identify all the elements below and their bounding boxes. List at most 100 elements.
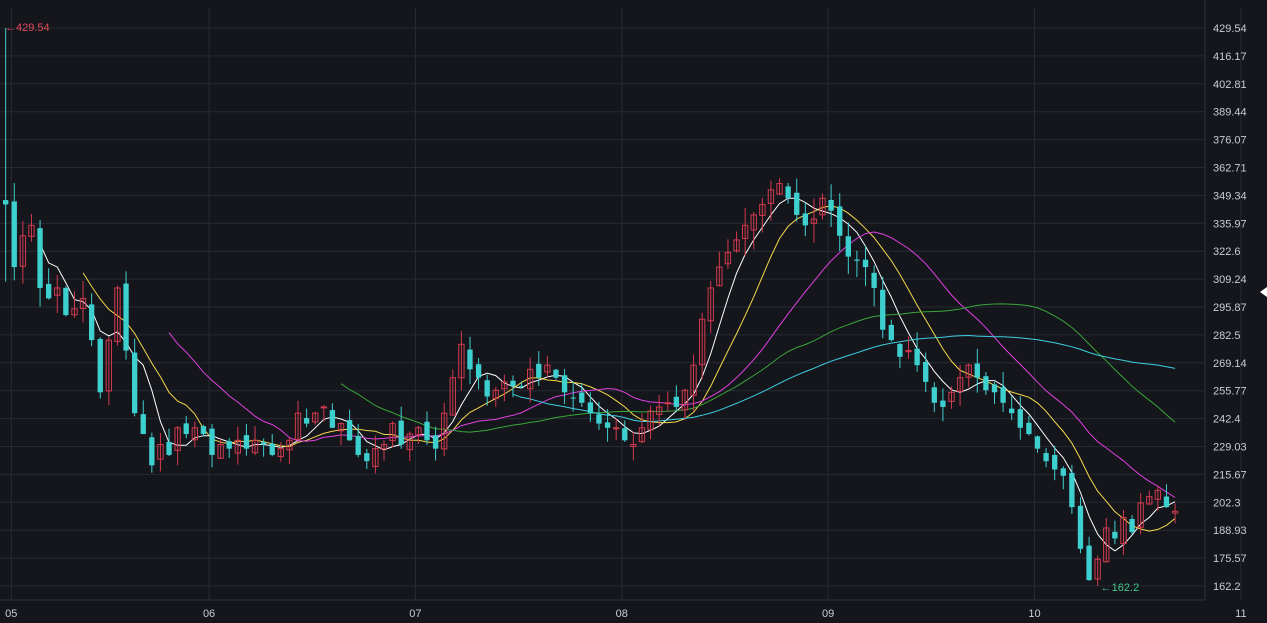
candle-body: [1034, 436, 1041, 449]
candle-body: [346, 420, 353, 441]
grid-lines: [0, 8, 1242, 600]
y-tick-label: 255.77: [1213, 386, 1247, 398]
candle-body: [802, 213, 808, 226]
candle-body: [269, 443, 275, 455]
candle-body: [140, 414, 146, 435]
candle-body: [3, 200, 9, 205]
candle-body: [37, 228, 43, 288]
candle-body: [862, 259, 869, 268]
y-tick-label: 335.97: [1213, 218, 1247, 230]
candle-body: [1052, 454, 1058, 470]
candle-body: [1026, 422, 1032, 435]
y-tick-label: 416.17: [1213, 51, 1247, 63]
y-tick-label: 162.2: [1213, 581, 1241, 593]
y-tick-label: 429.54: [1213, 23, 1247, 35]
candle-body: [131, 352, 138, 414]
candle-body: [166, 441, 172, 455]
y-tick-label: 242.4: [1213, 414, 1241, 426]
candle-body: [149, 437, 155, 466]
y-tick-label: 402.81: [1213, 79, 1247, 91]
candle-body: [303, 418, 310, 424]
candle-body: [1060, 468, 1066, 476]
candle-body: [974, 363, 980, 378]
candle-body: [398, 420, 404, 445]
collapse-arrow-icon[interactable]: [1260, 287, 1267, 297]
y-tick-label: 282.5: [1213, 330, 1241, 342]
y-tick-label: 188.93: [1213, 525, 1247, 537]
candle-body: [88, 304, 95, 341]
ma120-line: [512, 334, 1176, 422]
candle-body: [45, 283, 52, 299]
y-axis: 429.54 416.17 402.81 389.44 376.07 362.71 349.…: [0, 0, 1247, 601]
y-tick-label: 349.34: [1213, 190, 1247, 202]
candle-body: [845, 236, 851, 257]
candle-body: [123, 283, 129, 351]
candle-body: [785, 186, 791, 199]
y-tick-label: 309.24: [1213, 274, 1247, 286]
candle-body: [518, 385, 525, 387]
y-tick-label: 269.14: [1213, 358, 1247, 370]
candle-body: [561, 375, 568, 393]
x-tick-label: 07: [409, 608, 421, 620]
candle-body: [260, 442, 267, 445]
candle-body: [209, 428, 215, 455]
candle-body: [364, 453, 370, 462]
candle-body: [1077, 505, 1084, 549]
y-tick-label: 215.67: [1213, 469, 1247, 481]
candle-body: [536, 363, 542, 378]
candle-body: [570, 397, 576, 399]
ma10-line: [82, 205, 1176, 532]
candle-body: [1009, 408, 1015, 414]
candle-body: [914, 348, 920, 366]
candle-body: [424, 421, 430, 441]
candle-body: [1017, 409, 1023, 428]
candle-body: [854, 259, 860, 261]
candle-body: [931, 387, 937, 403]
y-tick-label: 322.6: [1213, 246, 1241, 258]
candlestick-chart: 429.54 416.17 402.81 389.44 376.07 362.71 349.…: [0, 0, 1267, 620]
candle-body: [11, 201, 17, 268]
candle-body: [579, 392, 585, 403]
candle-body: [888, 324, 894, 341]
candle-body: [880, 289, 886, 330]
y-tick-label: 229.03: [1213, 442, 1247, 454]
x-tick-label: 06: [203, 608, 215, 620]
annotations: ←429.54 ←162.2: [5, 22, 1139, 594]
candle-body: [923, 361, 929, 382]
y-tick-label: 389.44: [1213, 107, 1247, 119]
ma60-line: [340, 303, 1176, 433]
candle-body: [432, 435, 439, 449]
candle-body: [553, 369, 559, 378]
candle-body: [320, 406, 327, 409]
y-tick-label: 175.57: [1213, 553, 1247, 565]
candle-body: [467, 349, 473, 370]
candle-body: [1069, 472, 1075, 508]
y-tick-label: 376.07: [1213, 135, 1247, 147]
candle-body: [475, 364, 482, 378]
x-tick-label: 10: [1028, 608, 1040, 620]
candle-body: [183, 423, 189, 435]
candle-body: [243, 435, 250, 449]
candle-body: [226, 441, 232, 449]
candle-body: [63, 287, 69, 316]
candle-body: [1000, 387, 1006, 403]
candle-body: [1163, 496, 1170, 508]
candle-body: [200, 426, 207, 435]
candle-body: [983, 376, 989, 391]
candle-body: [622, 428, 628, 441]
x-tick-label: 09: [822, 608, 834, 620]
candle-body: [1129, 518, 1135, 533]
candle-body: [484, 380, 490, 397]
candle-body: [329, 410, 336, 428]
candle-body: [1043, 453, 1049, 462]
x-tick-label: 05: [5, 608, 17, 620]
candle-body: [510, 380, 516, 387]
candle-body: [897, 343, 903, 357]
ma20-line: [168, 231, 1176, 498]
x-axis: 0506070809101112202202: [5, 608, 1246, 620]
candle-body: [587, 402, 594, 414]
min-price-label: ←162.2: [1101, 582, 1140, 594]
candle-body: [940, 400, 946, 407]
x-tick-label: 11: [1235, 608, 1246, 620]
candle-body: [1112, 531, 1118, 539]
